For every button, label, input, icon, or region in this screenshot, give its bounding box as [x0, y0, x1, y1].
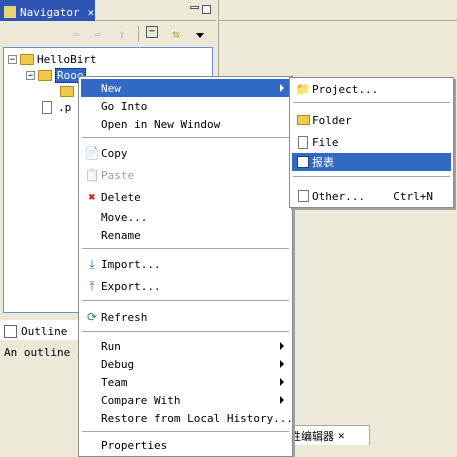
menu-separator [82, 431, 289, 433]
close-icon[interactable]: ✕ [338, 429, 345, 442]
outline-icon [4, 325, 17, 338]
collapse-all-icon[interactable]: − [146, 26, 158, 38]
submenu-arrow-icon [280, 360, 284, 368]
submenu-item-report[interactable]: 报表 [292, 153, 451, 171]
outline-message: An outline i [4, 346, 84, 359]
menu-separator [82, 331, 289, 333]
submenu-item-folder[interactable]: Folder [292, 111, 451, 129]
tree-item-label: HelloBirt [37, 52, 97, 66]
copy-icon: 📄 [84, 146, 100, 160]
navigator-tab[interactable]: Navigator ✕ [0, 0, 95, 21]
submenu-arrow-icon [280, 342, 284, 350]
submenu-item-file[interactable]: File [292, 133, 451, 151]
refresh-icon: ⟳ [86, 310, 98, 324]
property-editor-tab[interactable]: 性编辑器 ✕ [285, 425, 370, 445]
menu-item-paste[interactable]: 📋 Paste [81, 166, 290, 184]
other-icon [295, 188, 311, 204]
tree-item-hellobirt[interactable]: − HelloBirt [8, 51, 97, 67]
import-icon: ⤓ [89, 256, 95, 271]
context-menu: New Go Into Open in New Window 📄 Copy 📋 … [78, 76, 293, 457]
menu-item-rename[interactable]: Rename [81, 226, 290, 244]
submenu-arrow-icon [280, 396, 284, 404]
menu-item-run[interactable]: Run [81, 337, 290, 355]
menu-item-open-in-new-window[interactable]: Open in New Window [81, 115, 290, 133]
menu-item-delete[interactable]: ✖ Delete [81, 188, 290, 206]
close-icon[interactable]: ✕ [88, 6, 95, 19]
menu-item-move[interactable]: Move... [81, 208, 290, 226]
navigator-icon [4, 6, 16, 18]
navigator-tab-label: Navigator [20, 5, 80, 19]
menu-item-go-into[interactable]: Go Into [81, 97, 290, 115]
new-submenu: 📁 Project... Folder File 报表 Other... Ctr… [289, 77, 454, 208]
delete-icon: ✖ [88, 190, 96, 204]
file-icon [42, 100, 52, 114]
menu-item-new[interactable]: New [81, 79, 290, 97]
menu-item-properties[interactable]: Properties [81, 436, 290, 454]
collapse-icon[interactable]: − [8, 54, 17, 64]
menu-separator [82, 137, 289, 139]
up-icon[interactable]: ⇧ [114, 26, 130, 42]
report-icon [295, 154, 311, 170]
submenu-arrow-icon [280, 84, 284, 92]
open-folder-icon [38, 69, 52, 81]
navigator-tabbar: Navigator ✕ [0, 0, 216, 21]
menu-separator [82, 300, 289, 302]
project-folder-icon [20, 53, 34, 65]
tree-item-file[interactable]: .p [42, 99, 71, 115]
menu-item-debug[interactable]: Debug [81, 355, 290, 373]
navigator-toolbar: ⇦ ⇨ ⇧ − ⇆ [0, 21, 216, 47]
folder-icon [60, 85, 74, 97]
folder-icon [295, 112, 311, 128]
outline-tab[interactable]: Outline [0, 320, 80, 340]
submenu-item-project[interactable]: 📁 Project... [292, 80, 451, 98]
menu-item-compare-with[interactable]: Compare With [81, 391, 290, 409]
accelerator-label: Ctrl+N [393, 189, 433, 203]
menu-item-import[interactable]: ⤓ Import... [81, 255, 290, 273]
link-with-editor-icon[interactable]: ⇆ [168, 26, 184, 42]
project-icon: 📁 [295, 82, 311, 96]
menu-item-copy[interactable]: 📄 Copy [81, 144, 290, 162]
collapse-icon[interactable]: − [26, 70, 35, 80]
menu-separator [293, 176, 450, 178]
back-icon[interactable]: ⇦ [68, 26, 84, 42]
maximize-icon[interactable] [202, 5, 211, 14]
view-menu-icon[interactable] [196, 33, 204, 38]
menu-separator [293, 102, 450, 104]
tree-item-label: .p [58, 100, 72, 114]
menu-item-refresh[interactable]: ⟳ Refresh [81, 308, 290, 326]
menu-item-export[interactable]: ⤒ Export... [81, 277, 290, 295]
outline-tab-label: Outline [21, 325, 68, 338]
editor-area-top-border [219, 0, 457, 21]
tree-item-subfolder[interactable] [60, 83, 77, 99]
toolbar-separator [138, 26, 139, 42]
export-icon: ⤒ [89, 278, 95, 293]
menu-item-restore-from-local-history[interactable]: Restore from Local History... [81, 409, 293, 427]
property-editor-tab-label: 性编辑器 [290, 429, 334, 443]
file-icon [295, 134, 311, 150]
paste-icon: 📋 [84, 168, 100, 182]
forward-icon[interactable]: ⇨ [90, 26, 106, 42]
submenu-arrow-icon [280, 378, 284, 386]
menu-item-team[interactable]: Team [81, 373, 290, 391]
submenu-item-other[interactable]: Other... Ctrl+N [292, 187, 451, 205]
menu-separator [82, 248, 289, 250]
tree-item-rooo[interactable]: − Rooo [26, 67, 86, 83]
minimize-icon[interactable] [190, 6, 199, 9]
outline-view: Outline An outline i [0, 320, 84, 457]
